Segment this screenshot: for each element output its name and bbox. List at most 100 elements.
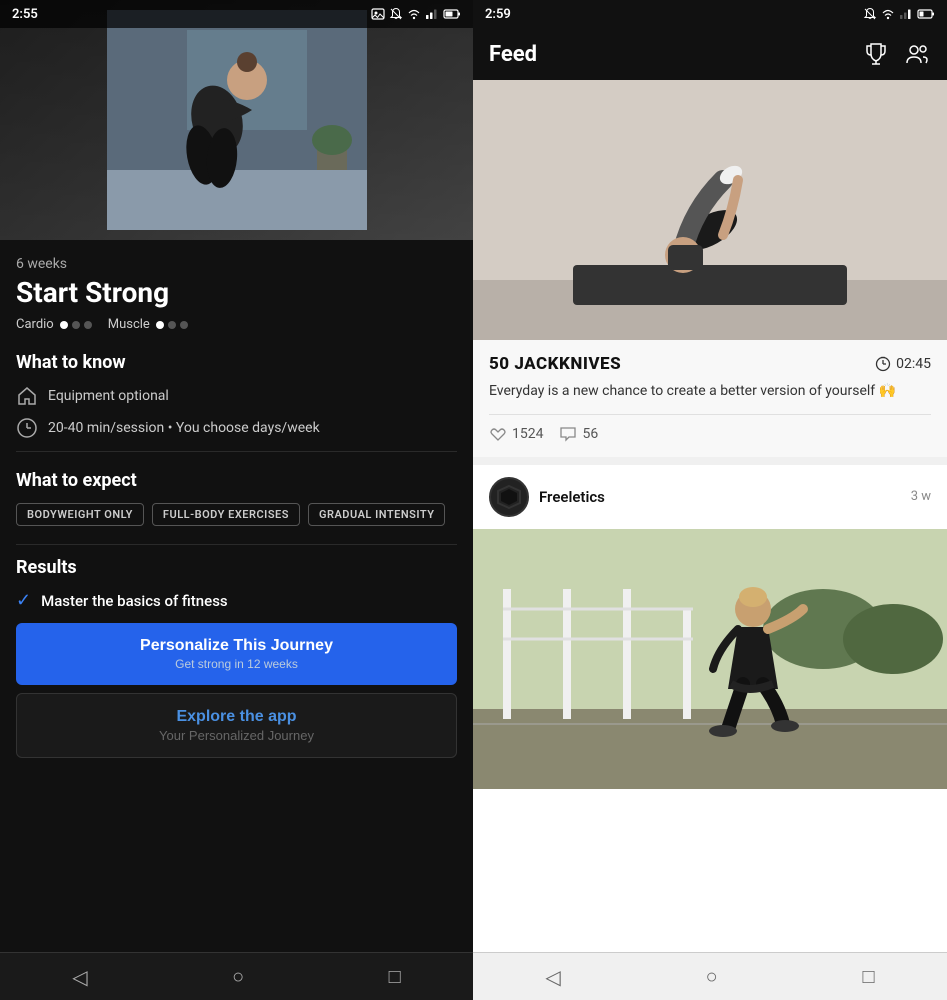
- jackknives-athlete: [473, 80, 947, 340]
- cardio-dots: [60, 321, 92, 329]
- feed-hero-image: [473, 80, 947, 340]
- explore-sub-text: Your Personalized Journey: [31, 728, 442, 743]
- workout-desc-text: Everyday is a new chance to create a bet…: [489, 383, 896, 399]
- freeletics-logo-icon: [496, 484, 522, 510]
- left-status-bar: 2:55: [0, 0, 473, 28]
- muscle-dot-3: [180, 321, 188, 329]
- likes-count: 1524: [512, 426, 543, 442]
- clock-icon: [16, 417, 38, 439]
- likes-icon: [489, 425, 507, 443]
- badge-fullbody: FULL-BODY EXERCISES: [152, 503, 300, 526]
- left-back-icon[interactable]: ◁: [72, 965, 87, 989]
- personalize-button[interactable]: Personalize This Journey Get strong in 1…: [16, 623, 457, 685]
- comments-count: 56: [582, 426, 598, 442]
- cardio-dot-2: [72, 321, 80, 329]
- divider-2: [16, 544, 457, 545]
- badge-row: BODYWEIGHT ONLY FULL-BODY EXERCISES GRAD…: [16, 503, 457, 526]
- battery-icon-left: [443, 7, 461, 21]
- results-heading: Results: [16, 557, 457, 578]
- cardio-dot-1: [60, 321, 68, 329]
- cardio-tag: Cardio: [16, 317, 92, 332]
- right-status-bar: 2:59: [473, 0, 947, 28]
- what-to-expect-section: What to expect BODYWEIGHT ONLY FULL-BODY…: [16, 470, 457, 526]
- muscle-dot-2: [168, 321, 176, 329]
- left-time: 2:55: [12, 7, 38, 22]
- cardio-dot-3: [84, 321, 92, 329]
- workout-title: 50 JACKKNIVES: [489, 354, 621, 374]
- author-name: Freeletics: [539, 488, 605, 506]
- right-square-icon[interactable]: □: [862, 964, 874, 989]
- post-image: [473, 529, 947, 789]
- signal-icon-right: [899, 7, 913, 21]
- battery-icon-right: [917, 7, 935, 21]
- author-avatar: [489, 477, 529, 517]
- right-header: Feed: [473, 28, 947, 80]
- badge-bodyweight: BODYWEIGHT ONLY: [16, 503, 144, 526]
- right-time: 2:59: [485, 7, 511, 22]
- left-panel: 2:55: [0, 0, 473, 1000]
- personalize-sub-text: Get strong in 12 weeks: [30, 657, 443, 671]
- right-status-icons: [863, 7, 935, 21]
- right-header-icons: [863, 41, 931, 67]
- workout-time-value: 02:45: [896, 356, 931, 372]
- right-home-icon[interactable]: ○: [706, 964, 718, 989]
- trophy-icon[interactable]: [863, 41, 889, 67]
- right-back-icon[interactable]: ◁: [545, 965, 560, 989]
- left-content: 6 weeks Start Strong Cardio Muscle: [0, 240, 473, 952]
- bell-mute-icon-left: [389, 7, 403, 21]
- bell-mute-icon-right: [863, 7, 877, 21]
- equipment-text: Equipment optional: [48, 388, 169, 404]
- workout-card-top: 50 JACKKNIVES 02:45: [489, 354, 931, 374]
- checkmark-icon: ✓: [16, 590, 31, 611]
- post-time: 3 w: [911, 489, 931, 504]
- post-author: Freeletics: [489, 477, 605, 517]
- comments-icon: [559, 425, 577, 443]
- workout-description: Everyday is a new chance to create a bet…: [489, 382, 931, 402]
- equipment-info: Equipment optional: [16, 385, 457, 407]
- card-divider: [489, 414, 931, 415]
- feed-post: Freeletics 3 w: [473, 465, 947, 952]
- wifi-icon-right: [881, 7, 895, 21]
- result-text-1: Master the basics of fitness: [41, 592, 228, 610]
- photo-icon: [371, 7, 385, 21]
- explore-button[interactable]: Explore the app Your Personalized Journe…: [16, 693, 457, 758]
- workout-stats: 1524 56: [489, 425, 931, 443]
- people-icon[interactable]: [905, 41, 931, 67]
- right-nav-bar: ◁ ○ □: [473, 952, 947, 1000]
- wifi-icon-left: [407, 7, 421, 21]
- workout-card: 50 JACKKNIVES 02:45 Everyday is a new ch…: [473, 340, 947, 457]
- signal-icon-left: [425, 7, 439, 21]
- comments-stat: 56: [559, 425, 598, 443]
- weeks-label: 6 weeks: [16, 256, 457, 272]
- cardio-label: Cardio: [16, 317, 54, 332]
- what-to-know-heading: What to know: [16, 352, 457, 373]
- left-nav-bar: ◁ ○ □: [0, 952, 473, 1000]
- time-text: 20-40 min/session • You choose days/week: [48, 420, 320, 436]
- muscle-label: Muscle: [108, 317, 150, 332]
- muscle-dot-1: [156, 321, 164, 329]
- home-icon: [16, 385, 38, 407]
- time-info: 20-40 min/session • You choose days/week: [16, 417, 457, 439]
- left-status-icons: [371, 7, 461, 21]
- right-panel: 2:59 Feed: [473, 0, 947, 1000]
- running-athlete: [473, 529, 947, 789]
- left-home-icon[interactable]: ○: [232, 964, 244, 989]
- explore-link-text: Explore the app: [31, 708, 442, 726]
- post-header: Freeletics 3 w: [473, 465, 947, 529]
- workout-time: 02:45: [875, 356, 931, 372]
- what-to-expect-heading: What to expect: [16, 470, 457, 491]
- results-section: Results ✓ Master the basics of fitness: [16, 557, 457, 611]
- left-square-icon[interactable]: □: [389, 964, 401, 989]
- muscle-dots: [156, 321, 188, 329]
- athlete-silhouette: [107, 10, 367, 230]
- cta-buttons: Personalize This Journey Get strong in 1…: [16, 623, 457, 766]
- personalize-main-text: Personalize This Journey: [30, 637, 443, 655]
- muscle-tag: Muscle: [108, 317, 188, 332]
- program-title: Start Strong: [16, 276, 457, 309]
- feed-title: Feed: [489, 42, 537, 67]
- divider-1: [16, 451, 457, 452]
- badge-gradual: GRADUAL INTENSITY: [308, 503, 446, 526]
- likes-stat: 1524: [489, 425, 543, 443]
- result-item-1: ✓ Master the basics of fitness: [16, 590, 457, 611]
- tags-row: Cardio Muscle: [16, 317, 457, 332]
